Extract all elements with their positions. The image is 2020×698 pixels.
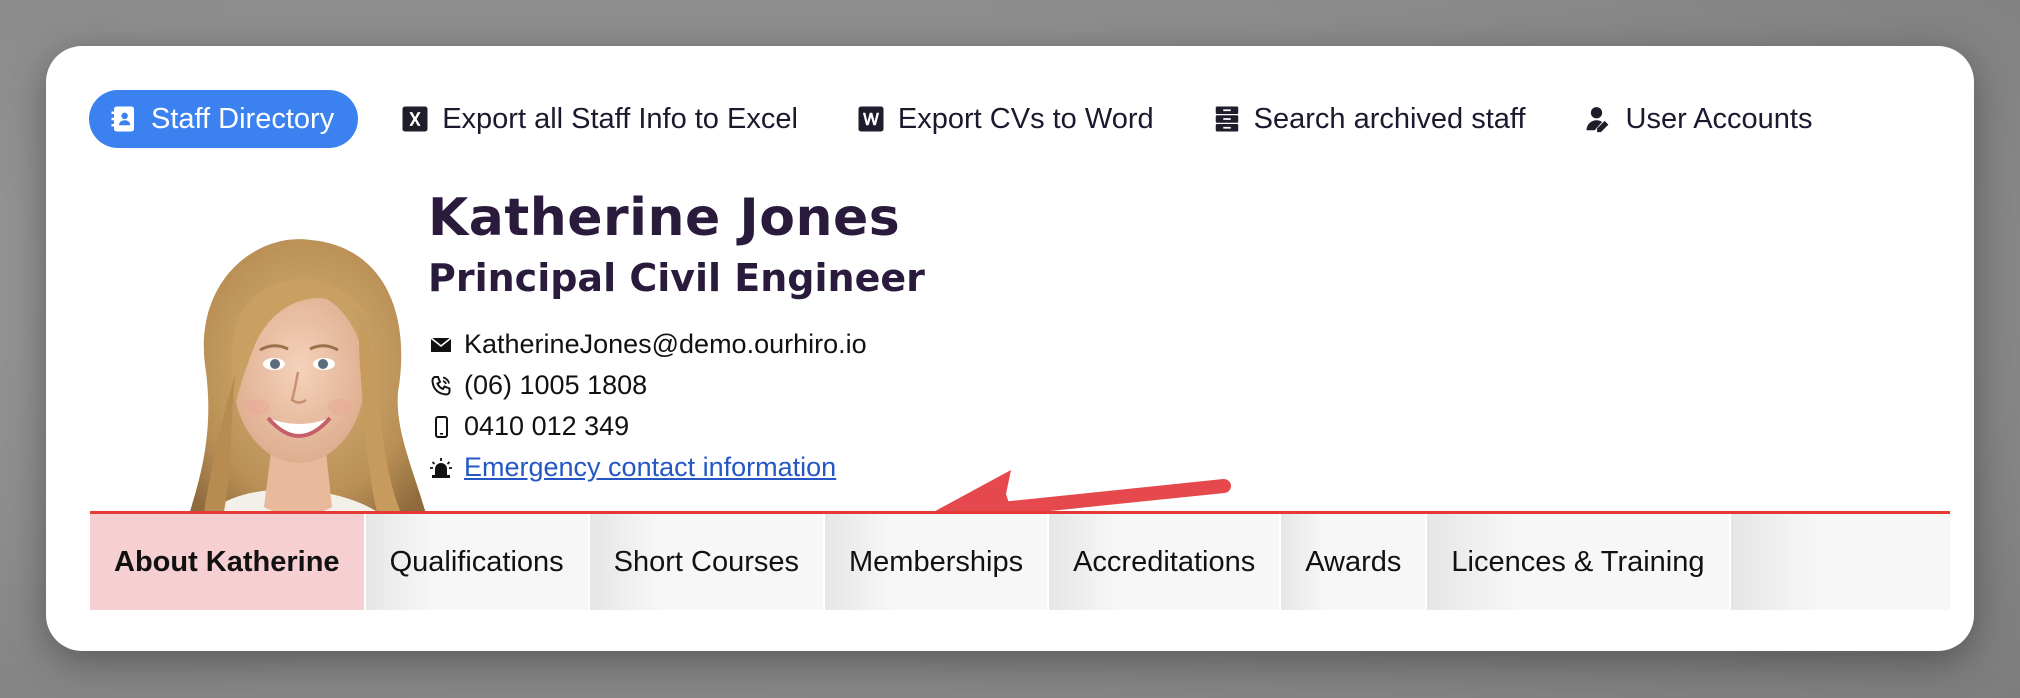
staff-phone[interactable]: (06) 1005 1808 — [464, 370, 647, 401]
emergency-siren-icon — [428, 455, 454, 481]
envelope-icon — [428, 332, 454, 358]
search-archived-staff-label: Search archived staff — [1253, 102, 1526, 135]
phone-icon — [428, 373, 454, 399]
tab-awards[interactable]: Awards — [1281, 514, 1428, 610]
toolbar: Staff Directory Export all Staff Info to… — [89, 90, 1871, 148]
user-accounts-button[interactable]: User Accounts — [1584, 103, 1813, 136]
profile-tabs: About Katherine Qualifications Short Cou… — [90, 511, 1950, 610]
emergency-contact-link[interactable]: Emergency contact information — [464, 452, 836, 483]
emergency-row: Emergency contact information — [428, 447, 925, 488]
export-word-label: Export CVs to Word — [897, 102, 1154, 135]
tab-licences-training[interactable]: Licences & Training — [1427, 514, 1731, 610]
archive-icon — [1212, 104, 1242, 134]
email-row: KatherineJones@demo.ourhiro.io — [428, 324, 925, 365]
staff-profile-card: Staff Directory Export all Staff Info to… — [46, 46, 1974, 651]
staff-mobile[interactable]: 0410 012 349 — [464, 411, 629, 442]
profile-photo — [176, 239, 436, 558]
staff-directory-button[interactable]: Staff Directory — [89, 90, 359, 148]
user-accounts-label: User Accounts — [1625, 102, 1813, 135]
staff-name: Katherine Jones — [428, 188, 901, 248]
tab-qualifications[interactable]: Qualifications — [365, 514, 590, 610]
staff-email[interactable]: KatherineJones@demo.ourhiro.io — [464, 329, 867, 360]
tab-about[interactable]: About Katherine — [90, 514, 366, 610]
search-archived-staff-button[interactable]: Search archived staff — [1212, 103, 1526, 136]
tab-memberships[interactable]: Memberships — [825, 514, 1050, 610]
export-excel-label: Export all Staff Info to Excel — [442, 102, 798, 135]
phone-row: (06) 1005 1808 — [428, 365, 925, 406]
staff-directory-label: Staff Directory — [151, 102, 335, 135]
tab-accreditations[interactable]: Accreditations — [1049, 514, 1282, 610]
staff-job-title: Principal Civil Engineer — [428, 256, 925, 300]
mobile-icon — [428, 414, 454, 440]
profile-details: Katherine Jones Principal Civil Engineer… — [428, 188, 925, 488]
excel-icon — [400, 104, 430, 134]
user-edit-icon — [1584, 104, 1614, 134]
tabs-filler — [1730, 514, 1950, 610]
export-excel-button[interactable]: Export all Staff Info to Excel — [400, 103, 798, 136]
mobile-row: 0410 012 349 — [428, 406, 925, 447]
tab-short-courses[interactable]: Short Courses — [589, 514, 826, 610]
address-book-icon — [109, 104, 139, 134]
export-word-button[interactable]: Export CVs to Word — [856, 103, 1154, 136]
word-icon — [856, 104, 886, 134]
